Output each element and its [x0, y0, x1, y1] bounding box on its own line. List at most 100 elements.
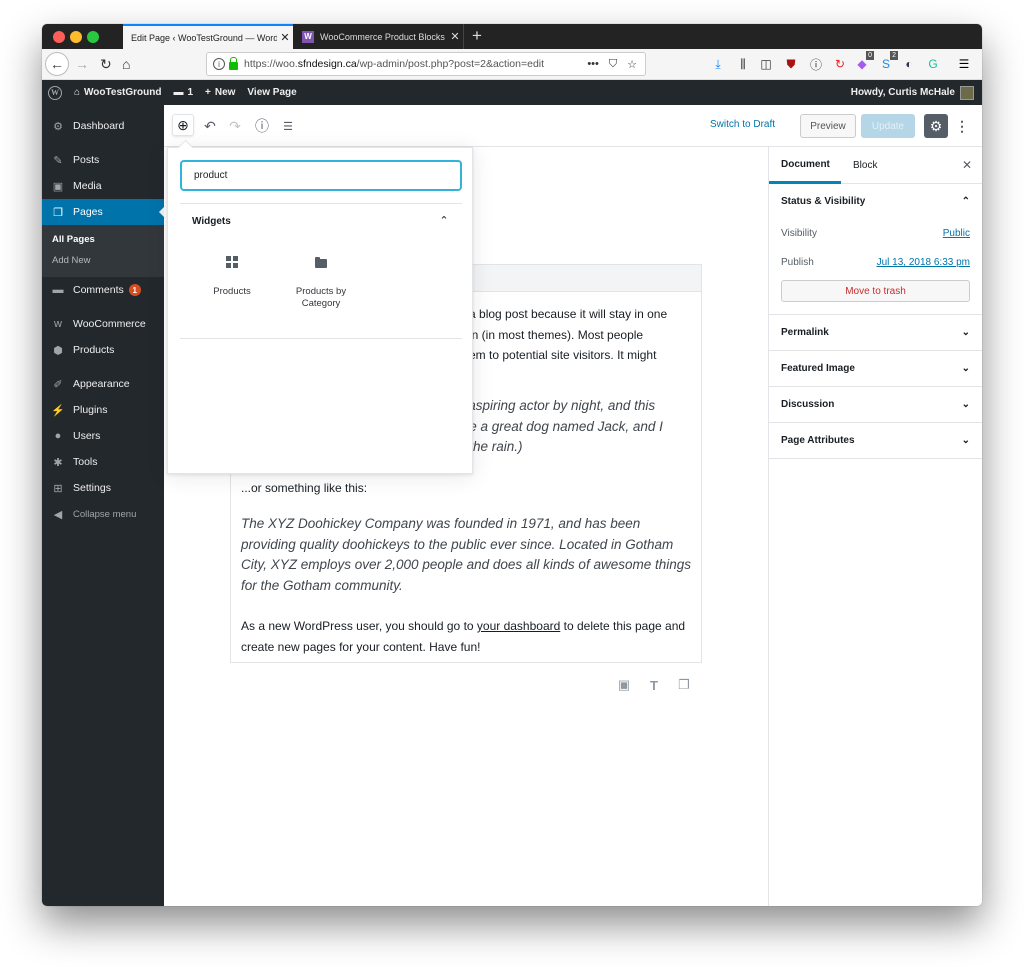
1password-icon[interactable]: ⓘ — [808, 55, 824, 73]
sidebar-item-tools[interactable]: ✱ Tools — [42, 449, 164, 475]
your-dashboard-link[interactable]: your dashboard — [477, 619, 560, 633]
gallery-icon[interactable]: ❐ — [676, 677, 692, 693]
products-box-icon: ⬢ — [53, 344, 63, 357]
close-tab-icon[interactable]: ✕ — [447, 30, 463, 43]
new-tab-button[interactable]: + — [472, 26, 482, 46]
minimize-window-button[interactable] — [70, 31, 82, 43]
block-item-products-by-category[interactable]: Products by Category — [276, 252, 366, 310]
chevron-up-icon: ⌃ — [961, 196, 970, 207]
paragraph-closing[interactable]: As a new WordPress user, you should go t… — [241, 616, 691, 657]
sidebar-item-plugins[interactable]: ⚡ Plugins — [42, 397, 164, 423]
pages-icon: ❐ — [53, 206, 63, 219]
maximize-window-button[interactable] — [87, 31, 99, 43]
text-icon[interactable]: T — [646, 677, 662, 693]
sidebar-item-woocommerce[interactable]: w WooCommerce — [42, 311, 164, 337]
content-info-button[interactable]: ⓘ — [251, 115, 273, 137]
chevron-down-icon: ⌄ — [961, 327, 970, 338]
paragraph-or-something[interactable]: ...or something like this: — [241, 478, 691, 499]
panel-page-attributes[interactable]: Page Attributes ⌄ — [769, 423, 982, 459]
forward-button[interactable]: → — [75, 53, 89, 75]
download-icon[interactable]: ⤓ — [710, 55, 726, 73]
panel-header[interactable]: Status & Visibility ⌃ — [769, 184, 982, 219]
extension-badge-2-icon[interactable]: S2 — [878, 51, 898, 73]
panel-discussion[interactable]: Discussion ⌄ — [769, 387, 982, 423]
close-tab-icon[interactable]: ✕ — [277, 31, 293, 44]
widgets-panel-title[interactable]: Widgets — [192, 216, 231, 227]
update-button[interactable]: Update — [861, 114, 915, 138]
sidebar-item-comments[interactable]: ▬ Comments 1 — [42, 277, 164, 303]
color-picker-icon[interactable]: ◐ — [901, 55, 917, 73]
close-icon[interactable]: ✕ — [962, 158, 972, 172]
home-button[interactable]: ⌂ — [122, 53, 130, 75]
sidebar-item-media[interactable]: ▣ Media — [42, 173, 164, 199]
preview-button[interactable]: Preview — [800, 114, 856, 138]
submenu-all-pages[interactable]: All Pages — [42, 229, 164, 250]
submenu-add-new[interactable]: Add New — [42, 250, 164, 271]
publish-date-link[interactable]: Jul 13, 2018 6:33 pm — [877, 257, 970, 268]
comments-link[interactable]: ▬ 1 — [167, 87, 199, 98]
tab-block[interactable]: Block — [853, 147, 877, 184]
grid-icon — [226, 252, 238, 272]
wp-logo-menu[interactable]: W — [42, 85, 68, 100]
sidebar-item-appearance[interactable]: ✐ Appearance — [42, 371, 164, 397]
url-text[interactable]: https://woo.sfndesign.ca/wp-admin/post.p… — [244, 58, 587, 70]
chevron-down-icon: ⌄ — [961, 363, 970, 374]
grammarly-icon[interactable]: G — [925, 55, 941, 73]
browser-tab-edit-page[interactable]: Edit Page ‹ WooTestGround — WordPress ✕ — [123, 24, 293, 49]
visibility-toggle-link[interactable]: Public — [943, 228, 970, 239]
move-to-trash-button[interactable]: Move to trash — [781, 280, 970, 302]
arc-extension-icon[interactable]: ↻ — [832, 55, 848, 73]
redo-button[interactable]: ↷ — [224, 115, 246, 137]
media-icon: ▣ — [52, 180, 64, 193]
url-bar[interactable]: i https://woo.sfndesign.ca/wp-admin/post… — [206, 52, 646, 76]
more-options-button[interactable]: ⋮ — [955, 115, 969, 137]
add-block-button[interactable]: ⊕ — [172, 114, 194, 136]
library-icon[interactable]: ⫼ — [735, 55, 751, 73]
folder-icon — [315, 252, 327, 272]
paintbrush-icon: ✐ — [53, 378, 63, 391]
sidebar-item-users[interactable]: ● Users — [42, 423, 164, 449]
visibility-row: Visibility Public — [781, 228, 970, 239]
collapse-menu-button[interactable]: ◀ Collapse menu — [42, 501, 164, 527]
block-search-input[interactable] — [180, 160, 462, 191]
view-page-link[interactable]: View Page — [241, 87, 302, 98]
extension-badge-0-icon[interactable]: ◆ 0 — [854, 51, 874, 73]
new-content-link[interactable]: + New — [199, 87, 241, 98]
publish-row: Publish Jul 13, 2018 6:33 pm — [781, 257, 970, 268]
sidebar-item-settings[interactable]: ⊞ Settings — [42, 475, 164, 501]
bookmark-star-icon[interactable]: ☆ — [627, 58, 637, 71]
quote-example-2[interactable]: The XYZ Doohickey Company was founded in… — [241, 514, 691, 596]
browser-toolbar: ← → ↻ ⌂ i https://woo.sfndesign.ca/wp-ad… — [42, 49, 982, 80]
chevron-up-icon[interactable]: ⌃ — [436, 212, 452, 228]
sidebar-item-posts[interactable]: ✎ Posts — [42, 147, 164, 173]
tab-document[interactable]: Document — [769, 147, 841, 184]
home-icon: ⌂ — [74, 87, 81, 98]
hamburger-menu-icon[interactable]: ☰ — [956, 55, 972, 73]
ublock-icon[interactable]: ⛊ — [783, 55, 799, 73]
block-item-products[interactable]: Products — [187, 252, 277, 298]
settings-gear-button[interactable]: ⚙ — [924, 114, 948, 138]
page-actions-icon[interactable]: ••• — [587, 58, 599, 71]
paragraph-intro[interactable]: n a blog post because it will stay in on… — [459, 304, 691, 366]
switch-to-draft-button[interactable]: Switch to Draft — [710, 119, 775, 130]
site-name-link[interactable]: ⌂ WooTestGround — [68, 87, 167, 98]
back-button[interactable]: ← — [45, 52, 69, 76]
image-icon[interactable]: ▣ — [616, 677, 632, 693]
panel-featured-image[interactable]: Featured Image ⌄ — [769, 351, 982, 387]
undo-button[interactable]: ↶ — [199, 115, 221, 137]
reload-button[interactable]: ↻ — [100, 53, 112, 75]
block-navigation-button[interactable]: ☰ — [277, 115, 299, 137]
sidebar-icon[interactable]: ◫ — [758, 55, 774, 73]
sidebar-item-pages[interactable]: ❐ Pages — [42, 199, 164, 225]
quote-example-1[interactable]: y, aspiring actor by night, and this ave… — [455, 396, 691, 458]
sidebar-item-dashboard[interactable]: ⚙ Dashboard — [42, 113, 164, 139]
sidebar-item-products[interactable]: ⬢ Products — [42, 337, 164, 363]
panel-permalink[interactable]: Permalink ⌄ — [769, 315, 982, 351]
block-inserter-popover: Widgets ⌃ Products Products by Category — [167, 147, 473, 474]
browser-tab-woocommerce-blocks[interactable]: W WooCommerce Product Blocks ✕ — [294, 24, 464, 49]
pocket-icon[interactable]: ⛉ — [609, 58, 617, 71]
close-window-button[interactable] — [53, 31, 65, 43]
site-info-icon[interactable]: i — [213, 58, 225, 70]
user-account-menu[interactable]: Howdy, Curtis McHale — [851, 85, 974, 100]
divider — [180, 338, 462, 339]
